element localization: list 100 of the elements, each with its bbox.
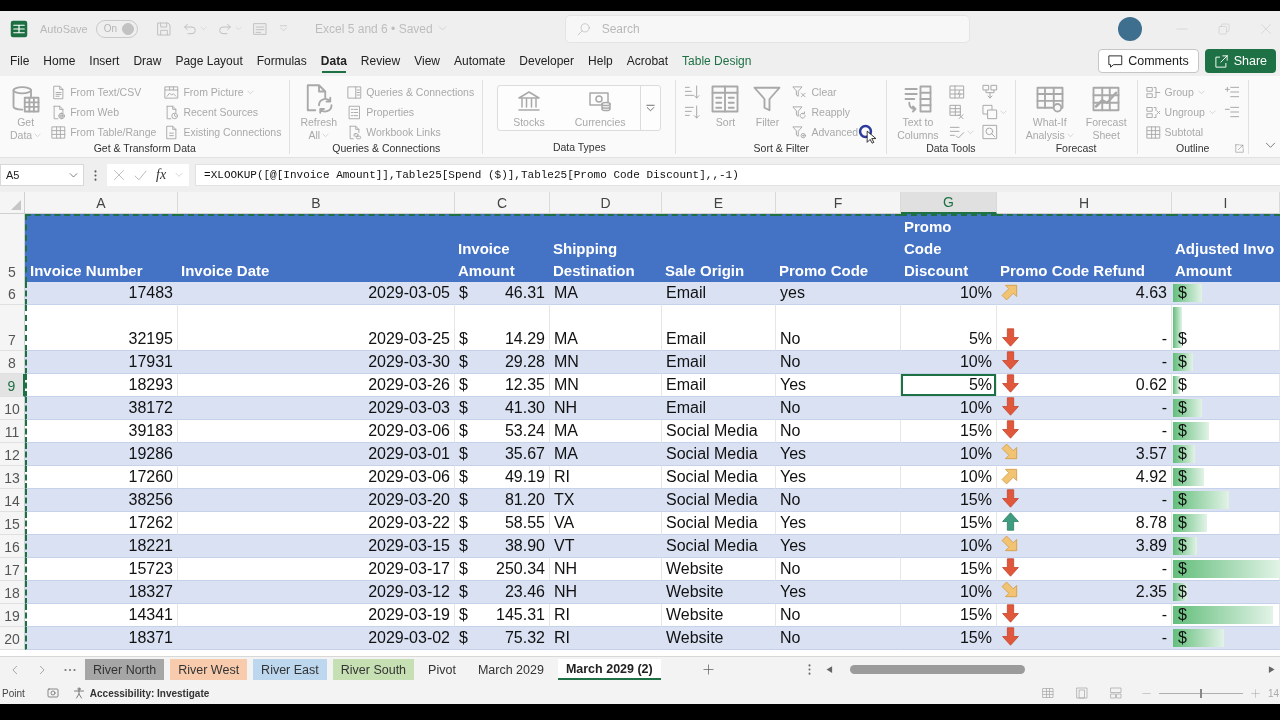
page-layout-icon[interactable] bbox=[1075, 687, 1088, 699]
table-cell: Website bbox=[662, 627, 776, 650]
accessibility-status[interactable]: Accessibility: Investigate bbox=[89, 687, 210, 699]
currency-symbol: $ bbox=[1178, 467, 1187, 486]
add-icon[interactable] bbox=[702, 664, 714, 675]
sheet-tab[interactable]: March 2029 (2) bbox=[557, 659, 661, 680]
table-cell: yes bbox=[776, 282, 901, 305]
table-cell: 18371 bbox=[25, 627, 178, 650]
menu-tab[interactable]: View bbox=[407, 48, 447, 74]
insert-function-button[interactable]: fx bbox=[156, 167, 167, 183]
row-header[interactable]: 7 bbox=[0, 305, 25, 351]
table-cell: 2029-03-05 bbox=[178, 282, 455, 305]
cell-value: 145.31 bbox=[496, 605, 545, 624]
check-icon[interactable] bbox=[134, 168, 147, 182]
chevron-down-icon[interactable] bbox=[1265, 140, 1276, 151]
comments-button[interactable]: Comments bbox=[1098, 49, 1199, 73]
menu-tab[interactable]: Draw bbox=[126, 48, 169, 74]
form-icon[interactable] bbox=[252, 20, 269, 37]
dialog-launcher-icon[interactable] bbox=[1234, 144, 1244, 153]
row-header[interactable]: 6 bbox=[0, 282, 25, 305]
row-header[interactable]: 15 bbox=[0, 512, 25, 535]
row-header[interactable]: 14 bbox=[0, 489, 25, 512]
slider-thumb[interactable] bbox=[1199, 688, 1202, 698]
column-header[interactable]: C bbox=[455, 192, 550, 214]
status-mode: Point bbox=[2, 687, 25, 699]
bar-chevron-icon[interactable] bbox=[278, 23, 290, 34]
chevron-left-icon[interactable] bbox=[10, 664, 20, 675]
chevron-down-icon[interactable] bbox=[175, 171, 184, 179]
share-button[interactable]: Share bbox=[1204, 49, 1276, 73]
grid-view-icon[interactable] bbox=[1041, 687, 1054, 699]
row-header[interactable]: 18 bbox=[0, 581, 25, 604]
chevron-right-icon[interactable] bbox=[37, 664, 47, 675]
sheet-tab[interactable]: River West bbox=[170, 659, 248, 680]
menu-tab[interactable]: Developer bbox=[512, 48, 582, 74]
accessibility-icon[interactable] bbox=[72, 687, 85, 699]
table-header-cell: Shipping Destination bbox=[550, 214, 662, 283]
row-header[interactable]: 20 bbox=[0, 627, 25, 650]
stacked-squares-icon bbox=[981, 104, 998, 120]
table-bolt-icon bbox=[948, 84, 965, 100]
cell-value: 4.92 bbox=[1135, 467, 1167, 486]
triangle-left-icon[interactable] bbox=[824, 665, 834, 674]
page-break-icon[interactable] bbox=[1109, 687, 1122, 699]
cell-value: - bbox=[1161, 605, 1167, 624]
menu-tab[interactable]: Help bbox=[581, 48, 620, 74]
row-header[interactable]: 12 bbox=[0, 443, 25, 466]
column-header[interactable]: D bbox=[550, 192, 662, 214]
currency-symbol: $ bbox=[1178, 559, 1187, 578]
table-image-icon bbox=[164, 84, 180, 100]
menu-tab[interactable]: Formulas bbox=[249, 48, 314, 74]
triangle-right-icon[interactable] bbox=[1267, 665, 1276, 674]
menu-tab[interactable]: File bbox=[3, 48, 37, 74]
cancel-icon[interactable] bbox=[113, 169, 125, 181]
search-field[interactable]: Search bbox=[564, 14, 970, 43]
toggle-knob-icon bbox=[122, 22, 135, 35]
menu-tab[interactable]: Home bbox=[36, 48, 83, 74]
column-header[interactable]: A bbox=[25, 192, 178, 214]
row-header[interactable]: 19 bbox=[0, 604, 25, 627]
column-header[interactable]: I bbox=[1172, 192, 1280, 214]
menu-tab[interactable]: Automate bbox=[446, 48, 513, 74]
row-header[interactable]: 5 bbox=[0, 214, 25, 283]
menu-tab[interactable]: Acrobat bbox=[619, 48, 676, 74]
avatar[interactable] bbox=[1118, 16, 1142, 41]
cell-value: 14.29 bbox=[504, 329, 545, 348]
column-header[interactable]: G bbox=[901, 192, 997, 214]
column-header[interactable]: F bbox=[776, 192, 901, 214]
menu-tab[interactable]: Insert bbox=[82, 48, 127, 74]
formula-field[interactable]: =XLOOKUP([@[Invoice Amount]],Table25[Spend ($)],Table25[Promo Code Discount],,-1) bbox=[195, 164, 1280, 186]
column-header[interactable]: E bbox=[662, 192, 776, 214]
macro-record-icon[interactable] bbox=[46, 687, 59, 699]
row-header[interactable]: 9 bbox=[0, 374, 25, 397]
save-icon[interactable] bbox=[156, 20, 173, 37]
table-cell: 15% bbox=[901, 489, 997, 512]
sort-descending-icon bbox=[684, 104, 701, 120]
menu-tab[interactable]: Table Design bbox=[675, 48, 759, 74]
table-cell: 10% bbox=[901, 535, 997, 558]
menu-tab[interactable]: Page Layout bbox=[168, 48, 250, 74]
gallery-expand-icon bbox=[645, 102, 657, 114]
filter-settings-icon bbox=[792, 124, 808, 140]
row-header[interactable]: 8 bbox=[0, 351, 25, 374]
sheet-tab[interactable]: March 2029 bbox=[469, 659, 552, 680]
menu-tab[interactable]: Review bbox=[353, 48, 408, 74]
row-header[interactable]: 13 bbox=[0, 466, 25, 489]
sheet-tab[interactable]: River North bbox=[85, 659, 165, 680]
select-all-icon[interactable] bbox=[10, 199, 22, 211]
sheet-tab[interactable]: River South bbox=[332, 659, 415, 680]
chart-icon bbox=[1091, 84, 1122, 114]
sheet-tab[interactable]: River East bbox=[253, 659, 327, 680]
row-header[interactable]: 10 bbox=[0, 397, 25, 420]
document-link-icon bbox=[347, 124, 363, 140]
row-header[interactable]: 17 bbox=[0, 558, 25, 581]
add-icon[interactable] bbox=[1250, 688, 1260, 698]
restore-icon[interactable] bbox=[1218, 22, 1230, 35]
column-header[interactable]: H bbox=[997, 192, 1172, 214]
row-header[interactable]: 11 bbox=[0, 420, 25, 443]
sheet-tab[interactable]: Pivot bbox=[420, 659, 464, 680]
row-header[interactable]: 16 bbox=[0, 535, 25, 558]
search-icon bbox=[576, 21, 591, 36]
column-header[interactable]: B bbox=[178, 192, 455, 214]
name-box[interactable]: A5 bbox=[0, 164, 84, 186]
group-label: Data Types bbox=[552, 141, 606, 153]
